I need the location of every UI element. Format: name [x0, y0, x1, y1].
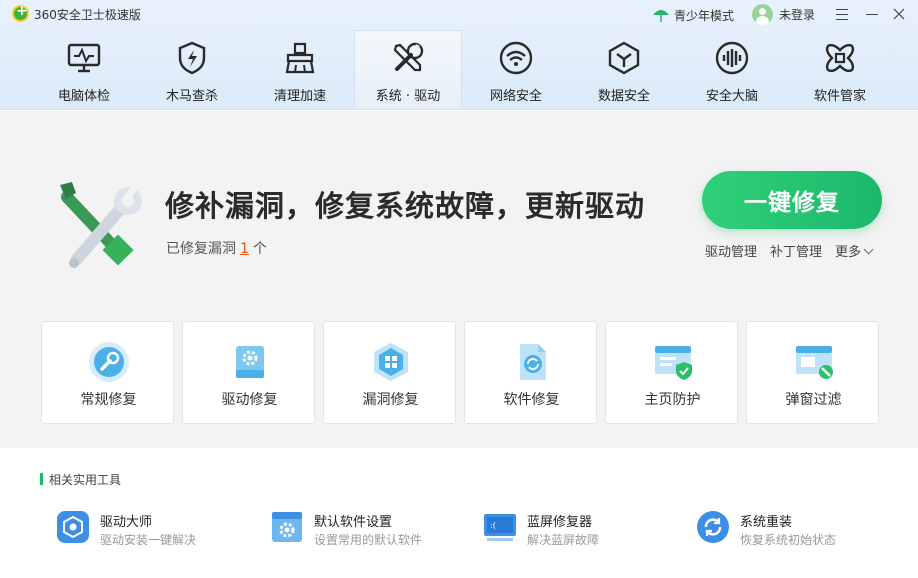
tab-network-security[interactable]: 网络安全	[462, 30, 570, 110]
tab-label: 系统 · 驱动	[375, 89, 441, 104]
login-label: 未登录	[779, 7, 816, 22]
wifi-icon	[496, 40, 536, 76]
tools-heading: 相关实用工具	[40, 472, 122, 487]
tab-label: 网络安全	[489, 89, 542, 104]
default-settings-icon	[270, 510, 304, 544]
close-icon[interactable]	[889, 4, 909, 24]
tool-bluescreen-repair[interactable]: :( 蓝屏修复器 解决蓝屏故障	[483, 508, 683, 548]
card-general-repair[interactable]: 常规修复	[41, 321, 174, 424]
youth-mode-label: 青少年模式	[674, 8, 735, 23]
software-refresh-icon	[510, 340, 554, 384]
tab-software-manager[interactable]: 软件管家	[786, 30, 894, 110]
tool-desc: 驱动安装一键解决	[100, 533, 197, 547]
card-homepage-protection[interactable]: 主页防护	[605, 321, 738, 424]
tab-trojan-scan[interactable]: 木马查杀	[138, 30, 246, 110]
homepage-shield-icon	[651, 340, 695, 384]
bluescreen-icon: :(	[483, 510, 517, 544]
minimize-icon[interactable]	[862, 4, 882, 24]
tab-label: 软件管家	[813, 89, 866, 104]
tool-system-reinstall[interactable]: 系统重装 恢复系统初始状态	[696, 508, 896, 548]
tab-pc-checkup[interactable]: 电脑体检	[30, 30, 138, 110]
card-driver-repair[interactable]: 驱动修复	[182, 321, 315, 424]
tab-security-brain[interactable]: 安全大脑	[678, 30, 786, 110]
tab-label: 数据安全	[597, 89, 650, 104]
repaired-count[interactable]: 1	[240, 241, 249, 257]
card-label: 驱动修复	[221, 392, 278, 408]
tool-desc: 设置常用的默认软件	[314, 533, 423, 547]
card-software-repair[interactable]: 软件修复	[464, 321, 597, 424]
youth-mode-button[interactable]: 青少年模式	[652, 5, 734, 25]
tab-label: 电脑体检	[57, 89, 110, 104]
repaired-suffix: 个	[252, 241, 267, 257]
card-label: 软件修复	[503, 392, 560, 408]
more-dropdown[interactable]: 更多	[835, 241, 874, 260]
card-label: 常规修复	[80, 392, 137, 408]
brain-icon	[712, 40, 752, 76]
avatar	[752, 3, 773, 25]
wrench-circle-icon	[87, 340, 131, 384]
main-panel: 修补漏洞，修复系统故障，更新驱动 已修复漏洞 1 个 一键修复 驱动管理 补丁管理 …	[0, 111, 918, 448]
monitor-icon	[64, 40, 104, 76]
section-accent-bar	[40, 473, 43, 485]
app-logo-icon	[12, 3, 29, 22]
chevron-down-icon	[863, 244, 874, 255]
reinstall-icon	[696, 510, 730, 544]
repaired-count-text: 已修复漏洞 1 个	[166, 238, 267, 258]
related-tools-section: 相关实用工具 驱动大师 驱动安装一键解决 默认软件设置 设置常用的默认软件 :(…	[0, 448, 918, 578]
login-button[interactable]: 未登录	[752, 3, 815, 25]
tools-heading-text: 相关实用工具	[49, 472, 122, 487]
broom-icon	[280, 40, 320, 76]
card-popup-filter[interactable]: 弹窗过滤	[746, 321, 879, 424]
app-grid-icon	[820, 40, 860, 76]
tool-name: 默认软件设置	[314, 515, 393, 530]
tab-data-security[interactable]: 数据安全	[570, 30, 678, 110]
card-label: 主页防护	[644, 392, 701, 408]
umbrella-icon	[653, 10, 669, 22]
wrench-screwdriver-icon	[388, 40, 428, 76]
tab-clean-speedup[interactable]: 清理加速	[246, 30, 354, 110]
tool-name: 系统重装	[740, 515, 793, 530]
tab-system-driver[interactable]: 系统 · 驱动	[354, 30, 462, 110]
driver-gear-icon	[228, 340, 272, 384]
tab-label: 清理加速	[273, 89, 326, 104]
hero-links: 驱动管理 补丁管理 更多	[705, 241, 874, 260]
card-label: 漏洞修复	[362, 392, 419, 408]
repair-tools-illustration	[52, 177, 152, 277]
svg-text::(: :(	[490, 521, 496, 530]
menu-icon[interactable]	[832, 4, 852, 24]
card-vulnerability-repair[interactable]: 漏洞修复	[323, 321, 456, 424]
app-title: 360安全卫士极速版	[34, 8, 141, 22]
shield-bolt-icon	[172, 40, 212, 76]
header: 360安全卫士极速版 青少年模式 未登录 电脑体检	[0, 0, 918, 110]
popup-block-icon	[792, 340, 836, 384]
cube-icon	[604, 40, 644, 76]
repaired-prefix: 已修复漏洞	[166, 241, 236, 257]
tool-name: 驱动大师	[100, 515, 153, 530]
title-bar: 360安全卫士极速版 青少年模式 未登录	[0, 0, 918, 30]
tool-desc: 解决蓝屏故障	[527, 533, 600, 547]
tool-name: 蓝屏修复器	[527, 515, 593, 530]
main-tabs: 电脑体检 木马查杀 清理加速 系统 · 驱动 网络安全 数据安全 安全大脑 软件…	[30, 30, 900, 110]
driver-management-link[interactable]: 驱动管理	[705, 241, 757, 260]
card-label: 弹窗过滤	[785, 392, 842, 408]
windows-hex-icon	[369, 340, 413, 384]
more-label: 更多	[835, 245, 862, 260]
tool-driver-master[interactable]: 驱动大师 驱动安装一键解决	[56, 508, 256, 548]
tab-label: 安全大脑	[705, 89, 758, 104]
tab-label: 木马查杀	[165, 89, 218, 104]
driver-master-icon	[56, 510, 90, 544]
hero-title: 修补漏洞，修复系统故障，更新驱动	[165, 189, 646, 223]
one-click-fix-button[interactable]: 一键修复	[702, 171, 882, 229]
tool-desc: 恢复系统初始状态	[740, 533, 837, 547]
repair-cards: 常规修复 驱动修复 漏洞修复 软件修复 主页防护 弹窗过滤	[41, 321, 879, 424]
patch-management-link[interactable]: 补丁管理	[770, 241, 822, 260]
tool-default-software[interactable]: 默认软件设置 设置常用的默认软件	[270, 508, 470, 548]
